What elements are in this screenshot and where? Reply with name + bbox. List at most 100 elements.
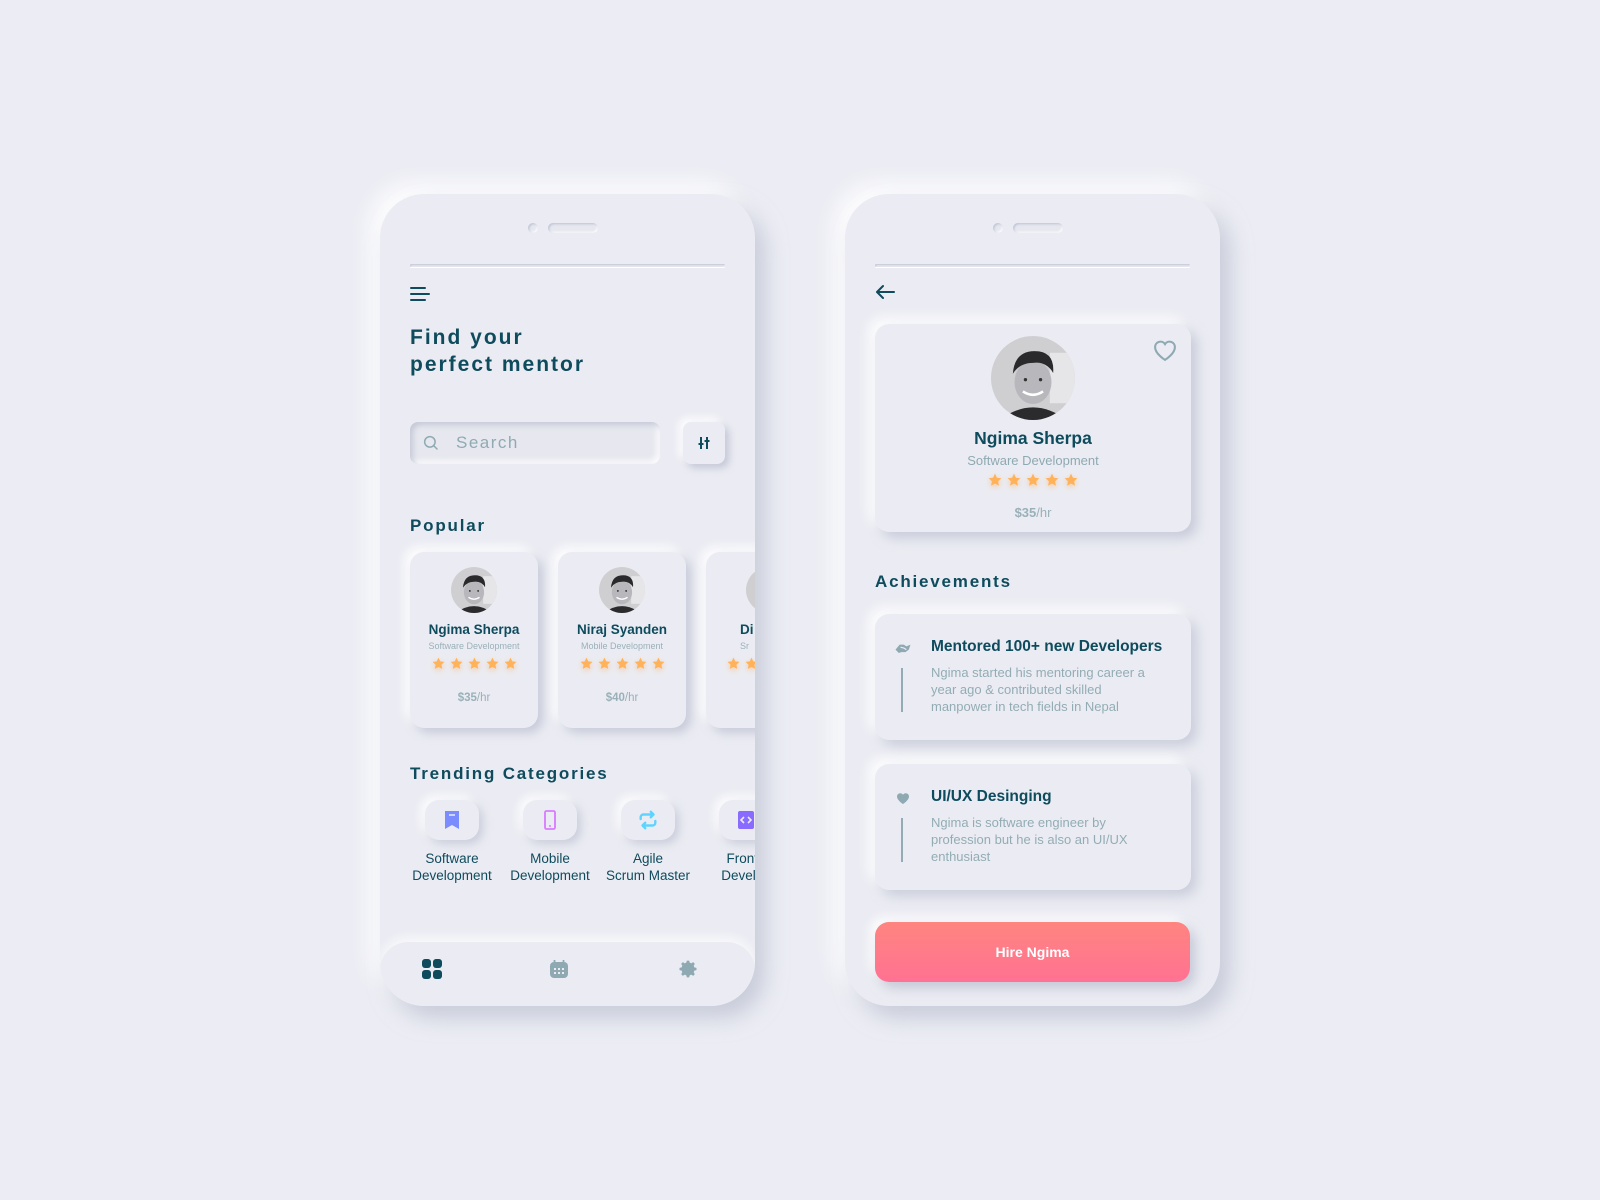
category-item[interactable]: Software Development [410, 800, 494, 884]
star-icon [467, 656, 482, 671]
page-title: Find your perfect mentor [410, 324, 585, 378]
rating-stars [875, 472, 1191, 488]
rate-unit: /hr [624, 692, 639, 704]
achievement-title: UI/UX Desinging [931, 788, 1052, 805]
achievement-description: Ngima is software engineer by profession… [931, 815, 1128, 864]
star-icon [633, 656, 648, 671]
trending-heading: Trending Categories [410, 764, 609, 783]
category-tile [425, 800, 479, 840]
search-input[interactable] [456, 433, 636, 453]
hourly-rate: $35/hr [410, 692, 538, 704]
popular-heading: Popular [410, 516, 486, 535]
bottom-navigation [380, 942, 755, 1006]
phone-profile-screen: Ngima Sherpa Software Development $35/hr… [845, 194, 1220, 1006]
star-icon [1063, 472, 1079, 488]
category-label: FronteDevelop [721, 851, 755, 883]
star-icon [485, 656, 500, 671]
category-tile [523, 800, 577, 840]
heart-icon [897, 793, 909, 804]
rating-stars [558, 656, 686, 671]
profile-name: Ngima Sherpa [974, 428, 1092, 448]
rating-stars [706, 656, 755, 671]
rate-amount: $40 [605, 692, 625, 704]
calendar-icon [550, 960, 568, 978]
nav-calendar[interactable] [546, 956, 572, 982]
rating-stars [410, 656, 538, 671]
achievement-card: Mentored 100+ new Developers Ngima start… [875, 614, 1191, 740]
grid-dashboard-icon [422, 959, 442, 979]
category-tile [621, 800, 675, 840]
mentor-card[interactable]: Niraj Syanden Mobile Development $40/hr [558, 552, 686, 728]
phone-notch [527, 222, 608, 234]
timeline-line [901, 668, 903, 712]
status-divider [875, 264, 1190, 267]
star-icon [726, 656, 741, 671]
category-label: Mobile Development [510, 851, 590, 883]
rate-unit: /hr [1036, 505, 1052, 520]
mentor-name: Di [740, 622, 754, 637]
heart-outline-icon[interactable] [1151, 336, 1179, 364]
star-icon [744, 656, 755, 671]
star-icon [987, 472, 1003, 488]
category-item[interactable]: Agile Scrum Master [606, 800, 690, 884]
sliders-filter-icon [698, 437, 710, 449]
star-icon [1006, 472, 1022, 488]
mentor-card[interactable]: Di Sr [706, 552, 755, 728]
category-label: Agile Scrum Master [606, 851, 691, 883]
mentor-category: Software Development [428, 641, 520, 651]
star-icon [651, 656, 666, 671]
star-icon [431, 656, 446, 671]
hamburger-menu-icon[interactable] [410, 286, 432, 302]
category-tile [719, 800, 755, 840]
camera-dot [527, 223, 538, 233]
handshake-icon [895, 644, 911, 653]
code-icon [738, 811, 754, 829]
star-icon [503, 656, 518, 671]
phone-home-screen: Find your perfect mentor Popular Ngima S… [380, 194, 755, 1006]
title-line-2: perfect mentor [410, 353, 586, 376]
profile-category: Software Development [967, 453, 1099, 468]
category-item[interactable]: FronteDevelop [704, 800, 755, 884]
status-divider [410, 264, 725, 267]
mentor-category: Mobile Development [580, 641, 664, 651]
speaker-slot [547, 223, 598, 233]
title-line-1: Find your [410, 326, 524, 349]
avatar [451, 567, 497, 613]
mentor-name: Niraj Syanden [576, 622, 668, 637]
bookmark-icon [445, 811, 459, 829]
hourly-rate: $35/hr [875, 505, 1191, 520]
category-label: Software Development [412, 851, 492, 883]
avatar [599, 567, 645, 613]
avatar [746, 567, 755, 613]
camera-dot [992, 223, 1003, 233]
arrow-left-icon[interactable] [873, 280, 897, 304]
smartphone-icon [544, 810, 556, 830]
achievement-title: Mentored 100+ new Developers [931, 638, 1163, 655]
gear-icon [679, 960, 697, 978]
phone-notch [992, 222, 1073, 234]
avatar [991, 336, 1075, 420]
achievements-heading: Achievements [875, 572, 1012, 591]
star-icon [1025, 472, 1041, 488]
search-field[interactable] [410, 422, 660, 464]
repeat-arrows-icon [639, 810, 657, 830]
filter-button[interactable] [683, 422, 725, 464]
nav-settings[interactable] [676, 956, 702, 982]
star-icon [579, 656, 594, 671]
search-icon [423, 435, 438, 450]
nav-home[interactable] [419, 956, 445, 982]
rate-amount: $35 [457, 692, 477, 704]
profile-card: Ngima Sherpa Software Development $35/hr [875, 324, 1191, 532]
speaker-slot [1012, 223, 1063, 233]
mentor-card[interactable]: Ngima Sherpa Software Development $35/hr [410, 552, 538, 728]
achievement-card: UI/UX Desinging Ngima is software engine… [875, 764, 1191, 890]
mentor-name: Ngima Sherpa [428, 622, 520, 637]
star-icon [1044, 472, 1060, 488]
hourly-rate: $40/hr [558, 692, 686, 704]
category-item[interactable]: Mobile Development [508, 800, 592, 884]
hire-button[interactable]: Hire Ngima [875, 922, 1190, 982]
rate-amount: $35 [1014, 505, 1037, 520]
achievement-description: Ngima started his mentoring career a yea… [931, 665, 1145, 714]
timeline-line [901, 818, 903, 862]
rate-unit: /hr [476, 692, 491, 704]
